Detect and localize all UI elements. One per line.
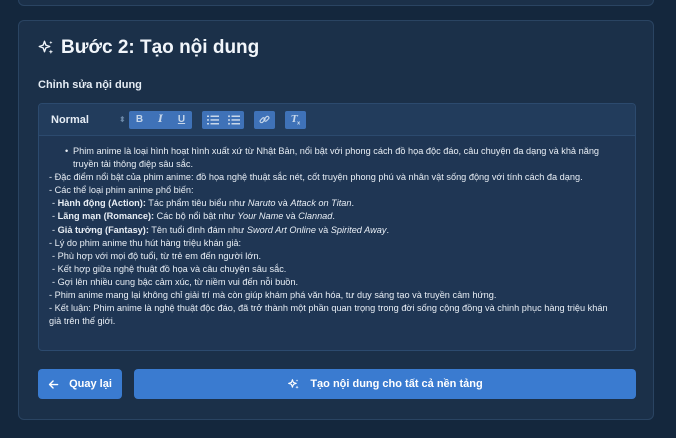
step-title-text: Bước 2: Tạo nội dung (61, 37, 260, 58)
content-line: - Kết hợp giữa nghệ thuật đồ họa và câu … (52, 263, 287, 274)
list-item: • Phim anime là loại hình hoạt hình xuất … (65, 146, 600, 170)
back-button-label: Quay lại (69, 378, 112, 390)
arrow-left-icon (48, 379, 59, 389)
content-line: - Các thể loại phim anime phổ biến: (49, 185, 194, 196)
editor-label: Chỉnh sửa nội dung (38, 79, 142, 91)
back-button[interactable]: Quay lại (38, 369, 122, 399)
format-select-value: Normal (51, 113, 89, 126)
ordered-list-icon[interactable] (202, 111, 223, 129)
genre-romance-line: - Lãng mạn (Romance): Các bộ nổi bật như… (52, 211, 335, 222)
previous-step-card (18, 0, 654, 6)
bold-icon[interactable]: B (129, 111, 150, 129)
svg-text:x: x (297, 121, 301, 126)
link-icon[interactable] (254, 111, 275, 129)
clear-format-icon[interactable]: Tx (285, 111, 306, 129)
clean-group: Tx (285, 110, 306, 129)
chevron-updown-icon: ⬍ (118, 115, 126, 124)
sparkles-icon (38, 40, 54, 54)
content-line: - Đặc điểm nổi bật của phim anime: đồ họ… (49, 172, 583, 183)
generate-all-button[interactable]: Tạo nội dung cho tất cả nền tảng (134, 369, 636, 399)
step-title: Bước 2: Tạo nội dung (37, 37, 259, 59)
link-group (254, 110, 275, 129)
content-line: - Phù hợp với mọi độ tuổi, từ trẻ em đến… (52, 250, 262, 261)
bullet-list-icon[interactable] (223, 111, 244, 129)
text-style-group: B I U (129, 110, 192, 129)
list-group (202, 110, 244, 129)
content-line: - Lý do phim anime thu hút hàng triệu kh… (49, 237, 242, 248)
format-select[interactable]: Normal ⬍ (51, 110, 129, 130)
editor-content[interactable]: • Phim anime là loại hình hoạt hình xuất … (39, 136, 635, 328)
rich-text-editor[interactable]: Normal ⬍ B I U T x • Phim anime là loại … (38, 103, 636, 351)
italic-icon[interactable]: I (150, 111, 171, 129)
genre-fantasy-line: - Giả tưởng (Fantasy): Tên tuổi đình đám… (52, 224, 389, 235)
step-card: Bước 2: Tạo nội dung Chỉnh sửa nội dung … (18, 20, 654, 420)
editor-toolbar: Normal ⬍ B I U T x (39, 104, 635, 136)
content-line: - Phim anime mang lại không chỉ giải trí… (49, 290, 497, 301)
content-line: - Kết luận: Phim anime là nghệ thuật độc… (49, 303, 608, 327)
generate-all-button-label: Tạo nội dung cho tất cả nền tảng (310, 378, 483, 390)
content-line: - Gợi lên nhiều cung bậc cảm xúc, từ niề… (52, 276, 299, 287)
underline-icon[interactable]: U (171, 111, 192, 129)
genre-action-line: - Hành động (Action): Tác phẩm tiêu biểu… (52, 198, 355, 209)
sparkles-icon (288, 378, 299, 389)
